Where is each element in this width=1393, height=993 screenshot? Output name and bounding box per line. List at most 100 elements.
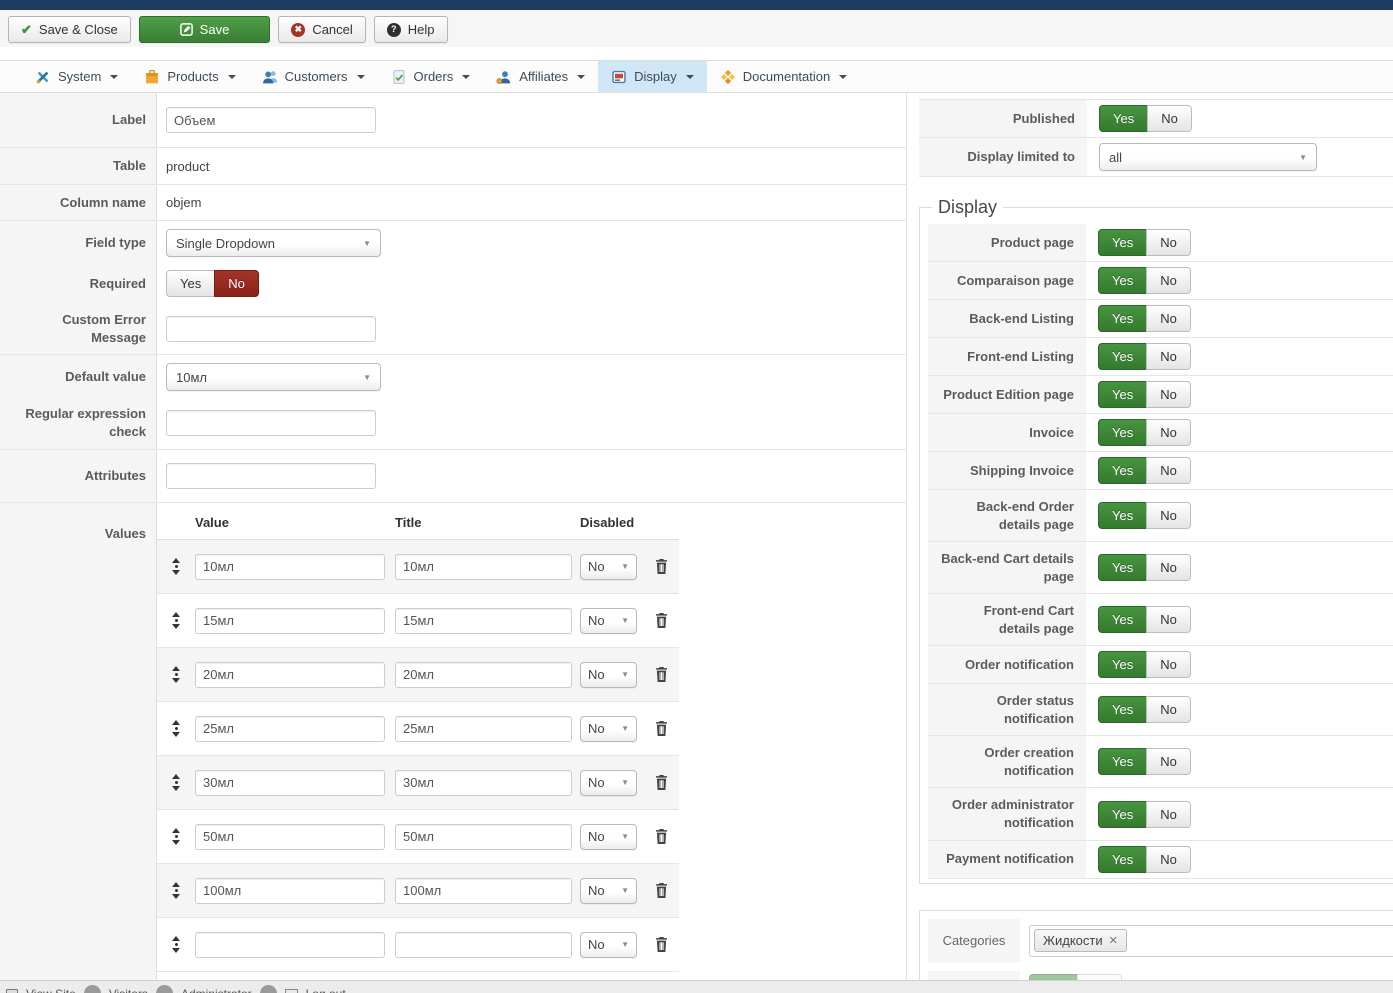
no-button[interactable]: No [1146,748,1191,776]
yes-button[interactable]: Yes [1098,651,1147,679]
no-button[interactable]: No [1146,502,1191,530]
drag-handle-icon[interactable] [172,828,180,845]
no-button[interactable]: No [1146,606,1191,634]
regex-input[interactable] [166,410,376,436]
yes-button[interactable]: Yes [1098,800,1147,828]
trash-icon[interactable] [655,829,668,844]
display-limited-select[interactable]: all ▼ [1099,143,1317,171]
no-button[interactable]: No [1077,974,1122,980]
drag-handle-icon[interactable] [172,774,180,791]
trash-icon[interactable] [655,667,668,682]
yes-button[interactable]: Yes [1098,457,1147,484]
no-button[interactable]: No [1146,267,1191,294]
title-input[interactable] [395,769,572,796]
default-value-select[interactable]: 10мл ▼ [166,363,381,391]
no-button[interactable]: No [1146,343,1191,370]
trash-icon[interactable] [655,721,668,736]
yes-button[interactable]: Yes [1098,381,1147,408]
field-type-select[interactable]: Single Dropdown ▼ [166,229,381,257]
title-input[interactable] [395,553,572,580]
value-input[interactable] [195,607,385,634]
value-input[interactable] [195,661,385,688]
value-input[interactable] [195,769,385,796]
disabled-select[interactable]: No ▼ [580,607,637,634]
disabled-select[interactable]: No ▼ [580,715,637,742]
no-button[interactable]: No [1146,696,1191,724]
title-input[interactable] [395,661,572,688]
no-button[interactable]: No [1146,845,1191,873]
value-input[interactable] [195,931,385,958]
yes-button[interactable]: Yes [1098,267,1147,294]
trash-icon[interactable] [655,613,668,628]
disabled-select[interactable]: No ▼ [580,661,637,688]
drag-handle-icon[interactable] [172,612,180,629]
value-input[interactable] [195,877,385,904]
value-input[interactable] [195,553,385,580]
trash-icon[interactable] [655,775,668,790]
no-button[interactable]: No [1146,419,1191,446]
no-button[interactable]: No [1146,229,1191,256]
save-button[interactable]: Save [138,16,271,43]
column-name-value: objem [166,195,202,210]
disabled-select[interactable]: No ▼ [580,931,637,958]
required-no-button[interactable]: No [214,270,259,298]
drag-handle-icon[interactable] [172,666,180,683]
yes-button[interactable]: Yes [1098,845,1147,873]
disabled-select[interactable]: No ▼ [580,553,637,580]
menu-item-display[interactable]: Display [598,61,707,92]
menu-item-orders[interactable]: Orders [378,61,484,92]
yes-button[interactable]: Yes [1098,606,1147,634]
menu-item-documentation[interactable]: Documentation [707,61,860,92]
yes-button[interactable]: Yes [1098,554,1147,582]
no-button[interactable]: No [1146,651,1191,679]
title-input[interactable] [395,823,572,850]
disabled-select[interactable]: No ▼ [580,769,637,796]
cancel-button[interactable]: ✖ Cancel [278,16,366,43]
published-yes-button[interactable]: Yes [1099,105,1148,132]
title-input[interactable] [395,607,572,634]
no-button[interactable]: No [1146,305,1191,332]
no-button[interactable]: No [1146,800,1191,828]
custom-error-input[interactable] [166,315,376,342]
view-site-link[interactable]: View Site [26,987,76,993]
no-button[interactable]: No [1146,381,1191,408]
categories-tag-input[interactable]: Жидкости ✕ [1029,924,1393,957]
menu-item-customers[interactable]: Customers [249,61,378,92]
yes-button[interactable]: Yes [1098,343,1147,370]
yes-button[interactable]: Yes [1098,305,1147,332]
remove-tag-icon[interactable]: ✕ [1109,934,1118,947]
no-button[interactable]: No [1146,554,1191,582]
yes-button[interactable]: Yes [1098,748,1147,776]
trash-icon[interactable] [655,883,668,898]
title-input[interactable] [395,715,572,742]
drag-handle-icon[interactable] [172,720,180,737]
drag-handle-icon[interactable] [172,882,180,899]
drag-handle-icon[interactable] [172,558,180,575]
menu-item-system[interactable]: System [22,61,131,92]
required-yes-button[interactable]: Yes [166,270,215,298]
menu-item-products[interactable]: Products [131,61,248,92]
drag-handle-icon[interactable] [172,936,180,953]
title-input[interactable] [395,877,572,904]
category-chip[interactable]: Жидкости ✕ [1034,929,1127,953]
attributes-input[interactable] [166,463,376,489]
trash-icon[interactable] [655,559,668,574]
disabled-select[interactable]: No ▼ [580,877,637,904]
label-input[interactable] [166,107,376,133]
yes-button[interactable]: Yes [1098,419,1147,446]
save-close-button[interactable]: ✔ Save & Close [8,16,131,43]
yes-button[interactable]: Yes [1098,229,1147,256]
yes-button[interactable]: Yes [1098,502,1147,530]
title-input[interactable] [395,931,572,958]
yes-button[interactable]: Yes [1029,974,1078,980]
disabled-select[interactable]: No ▼ [580,823,637,850]
value-input[interactable] [195,715,385,742]
log-out-link[interactable]: Log out [306,987,346,993]
no-button[interactable]: No [1146,457,1191,484]
yes-button[interactable]: Yes [1098,696,1147,724]
menu-item-affiliates[interactable]: Affiliates [483,61,598,92]
value-input[interactable] [195,823,385,850]
published-no-button[interactable]: No [1147,105,1192,132]
help-button[interactable]: ? Help [373,16,448,43]
trash-icon[interactable] [655,937,668,952]
